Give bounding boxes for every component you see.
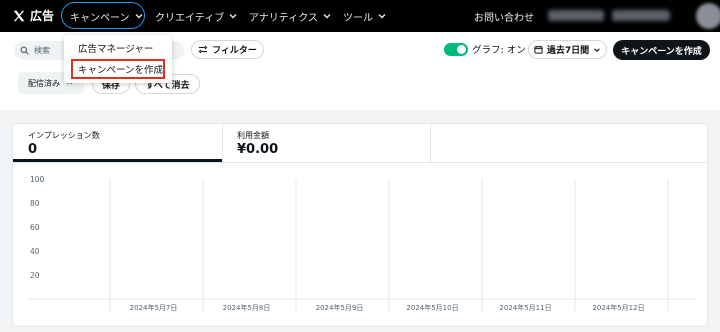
graph-toggle-label: グラフ: オン — [472, 45, 526, 56]
create-campaign-label: キャンペーンを作成 — [621, 46, 702, 57]
filter-icon — [198, 45, 208, 54]
top-navigation: 広告 キャンペーン クリエイティブ アナリティクス ツール お問い合わせ — [0, 0, 720, 32]
nav-campaigns[interactable]: キャンペーン — [70, 0, 144, 32]
logo-text: 広告 — [30, 9, 55, 23]
y-tick-label: 20 — [30, 271, 40, 280]
chevron-down-icon — [378, 14, 386, 19]
x-ads-logo[interactable]: 広告 — [12, 7, 54, 24]
nav-help[interactable]: お問い合わせ — [474, 0, 534, 32]
graph-toggle-switch[interactable] — [444, 42, 468, 56]
create-campaign-button[interactable]: キャンペーンを作成 — [613, 40, 710, 60]
x-tick-label: 2024年5月12日 — [592, 303, 644, 312]
toggle-knob — [457, 44, 466, 54]
nav-tools-label: ツール — [343, 12, 373, 24]
chevron-down-icon — [594, 47, 600, 52]
chevron-down-icon — [323, 14, 331, 19]
highlight-box — [71, 59, 165, 79]
search-icon — [20, 46, 29, 55]
chevron-down-icon — [135, 14, 142, 19]
nav-tools[interactable]: ツール — [343, 0, 387, 32]
menu-item-ads-manager-label: 広告マネージャー — [78, 44, 154, 55]
x-tick-label: 2024年5月8日 — [223, 303, 271, 312]
nav-creatives[interactable]: クリエイティブ — [155, 0, 238, 32]
y-tick-label: 80 — [30, 199, 40, 208]
y-tick-label: 100 — [30, 175, 45, 184]
account-id-redacted[interactable] — [612, 10, 670, 21]
filter-button[interactable]: フィルター — [191, 40, 264, 59]
impressions-chart: 100 80 60 40 20 2024年5月7日 2024年5月8日 2024年5月9日 20… — [28, 175, 696, 312]
x-tick-label: 2024年5月11日 — [499, 303, 551, 312]
chevron-down-icon — [229, 14, 237, 19]
avatar[interactable] — [696, 3, 720, 29]
performance-card: インプレッション数 0 利用金額 ¥0.00 100 80 60 40 20 2024年5… — [12, 123, 708, 327]
x-tick-label: 2024年5月7日 — [130, 303, 178, 312]
nav-analytics[interactable]: アナリティクス — [249, 0, 332, 32]
filter-chip-label: 配信済み — [28, 78, 60, 88]
nav-creatives-label: クリエイティブ — [155, 12, 225, 24]
x-tick-label: 2024年5月10日 — [406, 303, 458, 312]
nav-analytics-label: アナリティクス — [249, 12, 318, 24]
date-range-label: 過去7日間 — [546, 46, 590, 56]
date-range-selector[interactable]: 過去7日間 — [528, 40, 607, 59]
y-tick-label: 60 — [30, 223, 40, 232]
account-name-redacted[interactable] — [548, 10, 604, 21]
search-placeholder: 検索 — [34, 46, 50, 55]
filter-button-label: フィルター — [212, 46, 257, 56]
x-tick-label: 2024年5月9日 — [316, 303, 364, 312]
graph-toggle[interactable]: グラフ: オン — [444, 42, 526, 56]
calendar-icon — [534, 45, 543, 54]
nav-campaigns-label: キャンペーン — [70, 12, 130, 24]
menu-item-ads-manager[interactable]: 広告マネージャー — [78, 41, 153, 55]
nav-help-label: お問い合わせ — [474, 12, 534, 24]
y-tick-label: 40 — [30, 247, 40, 256]
x-logo-icon — [13, 10, 25, 21]
